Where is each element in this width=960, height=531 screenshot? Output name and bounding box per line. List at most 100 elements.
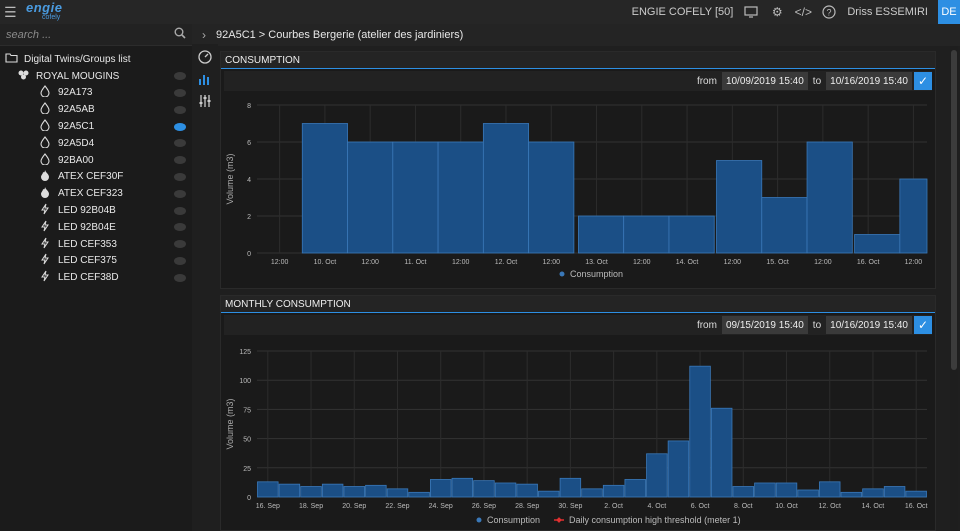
to-date-input[interactable]: 10/16/2019 15:40 (826, 72, 912, 90)
tree-item[interactable]: 92A5D4 (0, 135, 192, 152)
tree-item-label: 92A173 (58, 87, 93, 99)
eye-icon[interactable] (174, 240, 186, 249)
tree-item[interactable]: 92BA00 (0, 152, 192, 169)
scrollbar-thumb[interactable] (951, 50, 957, 370)
tree-item-label: LED CEF375 (58, 255, 117, 267)
tree-item[interactable]: 92A5C1 (0, 118, 192, 135)
panel-title: MONTHLY CONSUMPTION (221, 296, 935, 313)
bar (581, 488, 603, 498)
menu-icon[interactable]: ☰ (4, 4, 22, 21)
eye-icon[interactable] (174, 88, 186, 97)
tree-item[interactable]: 92A5AB (0, 101, 192, 118)
bar (840, 491, 863, 498)
bolt-icon (38, 203, 52, 218)
tree-item[interactable]: ATEX CEF323 (0, 185, 192, 202)
code-icon[interactable]: </> (795, 4, 812, 20)
from-date-input[interactable]: 10/09/2019 15:40 (721, 72, 808, 90)
tree-item[interactable]: ATEX CEF30F (0, 169, 192, 186)
to-label: to (812, 319, 822, 331)
search-icon[interactable] (174, 27, 186, 42)
x-tick-label: 28. Sep (515, 503, 539, 510)
bar (710, 407, 733, 498)
x-tick-label: 30. Sep (558, 503, 582, 510)
tree-item-label: 92A5C1 (58, 121, 95, 133)
y-tick-label: 0 (247, 495, 251, 502)
bar (437, 141, 484, 254)
main-scrollbar[interactable] (950, 46, 958, 531)
dashboard-gauge-icon[interactable] (195, 48, 215, 66)
bar (732, 486, 754, 498)
legend-marker (559, 271, 565, 277)
bar-chart-icon[interactable] (195, 70, 215, 88)
y-tick-label: 50 (243, 437, 251, 444)
tree-item[interactable]: LED CEF375 (0, 253, 192, 270)
drop-icon (38, 135, 52, 151)
eye-icon[interactable] (174, 189, 186, 198)
eye-icon[interactable] (174, 139, 186, 148)
flame-icon (38, 169, 52, 184)
y-tick-label: 2 (247, 214, 251, 221)
drop-icon (38, 119, 52, 134)
x-tick-label: 6. Oct (691, 503, 710, 510)
bar (257, 481, 279, 498)
y-tick-label: 125 (239, 349, 251, 356)
company-name[interactable]: ENGIE COFELY [50] (632, 6, 734, 18)
bar (646, 453, 668, 498)
language-button[interactable]: DE (938, 0, 960, 24)
eye-icon[interactable] (174, 256, 186, 265)
bar (482, 123, 530, 254)
bar (578, 215, 625, 254)
date-range: from 09/15/2019 15:40 to 10/16/2019 15:4… (224, 315, 932, 335)
x-tick-label: 14. Oct (676, 259, 699, 266)
eye-icon[interactable] (174, 156, 186, 165)
tree-item[interactable]: ROYAL MOUGINS (0, 68, 192, 85)
eye-icon[interactable] (174, 273, 186, 282)
monthly-consumption-panel: MONTHLY CONSUMPTION from 09/15/2019 15:4… (220, 295, 936, 531)
gear-icon[interactable]: ⚙ (769, 4, 785, 20)
x-tick-label: 26. Sep (472, 503, 496, 510)
to-date-input[interactable]: 10/16/2019 15:40 (826, 316, 912, 334)
search-bar (0, 24, 192, 46)
x-tick-label: 12. Oct (495, 259, 518, 266)
bar (347, 141, 394, 254)
from-date-input[interactable]: 09/15/2019 15:40 (721, 316, 808, 334)
tree-item-label: ATEX CEF323 (58, 188, 123, 200)
search-input[interactable] (6, 28, 174, 41)
group-icon (16, 69, 30, 83)
apply-check-icon[interactable]: ✓ (914, 72, 932, 90)
eye-icon[interactable] (174, 72, 186, 81)
engie-logo[interactable]: engie cofely (26, 1, 90, 23)
x-tick-label: 12:00 (542, 259, 560, 266)
eye-icon[interactable] (174, 122, 186, 131)
to-label: to (812, 75, 822, 87)
bar (528, 141, 575, 254)
tree-item[interactable]: LED 92B04E (0, 219, 192, 236)
bar (899, 178, 928, 254)
tree-item-label: ATEX CEF30F (58, 171, 124, 183)
tree-item[interactable]: 92A173 (0, 85, 192, 102)
bar (278, 483, 301, 498)
bar (806, 141, 853, 254)
help-icon[interactable]: ? (821, 4, 837, 20)
bar (667, 440, 690, 498)
bar (301, 123, 348, 254)
eye-icon[interactable] (174, 105, 186, 114)
drop-icon (38, 85, 52, 100)
eye-icon[interactable] (174, 223, 186, 232)
chevron-right-icon[interactable]: › (192, 28, 216, 42)
eye-icon[interactable] (174, 206, 186, 215)
tree-item-label: ROYAL MOUGINS (36, 70, 120, 82)
tree-item[interactable]: LED CEF353 (0, 236, 192, 253)
y-tick-label: 0 (247, 251, 251, 258)
y-tick-label: 75 (243, 407, 251, 414)
monitor-icon[interactable] (743, 4, 759, 20)
eye-icon[interactable] (174, 172, 186, 181)
tree-item[interactable]: LED CEF38D (0, 269, 192, 286)
apply-check-icon[interactable]: ✓ (914, 316, 932, 334)
x-tick-label: 22. Sep (385, 503, 409, 510)
user-name[interactable]: Driss ESSEMIRI (847, 6, 928, 18)
x-tick-label: 10. Oct (314, 259, 337, 266)
sliders-icon[interactable] (195, 92, 215, 110)
tree-item[interactable]: Digital Twins/Groups list (0, 51, 192, 68)
tree-item[interactable]: LED 92B04B (0, 202, 192, 219)
